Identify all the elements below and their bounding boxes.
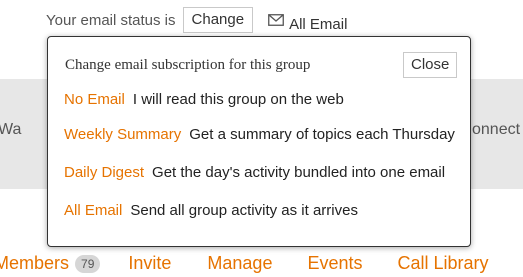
option-name-weekly-summary[interactable]: Weekly Summary bbox=[64, 126, 181, 143]
option-description: I will read this group on the web bbox=[132, 91, 344, 108]
option-weekly-summary: Weekly Summary Get a summary of topics ea… bbox=[64, 126, 455, 143]
option-name-no-email[interactable]: No Email bbox=[64, 91, 125, 108]
nav-invite[interactable]: Invite bbox=[128, 253, 171, 274]
background-text-right: onnect bbox=[472, 121, 521, 138]
option-no-email: No Email I will read this group on the we… bbox=[64, 91, 344, 108]
email-status-label: Your email status is bbox=[46, 11, 176, 29]
subscription-popup: Change email subscription for this group… bbox=[47, 36, 471, 247]
group-nav: Members 79 Invite Manage Events Call Lib… bbox=[0, 253, 489, 274]
option-name-all-email[interactable]: All Email bbox=[64, 202, 122, 219]
option-name-daily-digest[interactable]: Daily Digest bbox=[64, 164, 144, 181]
option-all-email: All Email Send all group activity as it a… bbox=[64, 202, 358, 219]
nav-events[interactable]: Events bbox=[307, 253, 362, 274]
option-description: Get the day's activity bundled into one … bbox=[152, 164, 446, 181]
option-daily-digest: Daily Digest Get the day's activity bundl… bbox=[64, 164, 445, 181]
nav-members-label: Members bbox=[0, 253, 70, 273]
option-description: Get a summary of topics each Thursday bbox=[189, 126, 455, 143]
background-text-left: Wa bbox=[0, 121, 22, 138]
members-count-badge: 79 bbox=[75, 254, 101, 273]
option-description: Send all group activity as it arrives bbox=[130, 202, 358, 219]
current-email-setting: All Email bbox=[289, 15, 348, 33]
email-status-row: Your email status is Change All Email bbox=[46, 5, 347, 35]
nav-manage[interactable]: Manage bbox=[207, 253, 272, 274]
nav-call-library[interactable]: Call Library bbox=[398, 253, 489, 274]
nav-members[interactable]: Members 79 bbox=[0, 253, 101, 274]
close-button[interactable]: Close bbox=[403, 52, 458, 78]
change-button[interactable]: Change bbox=[182, 7, 254, 33]
mail-icon bbox=[268, 14, 284, 26]
popup-title: Change email subscription for this group bbox=[65, 57, 311, 73]
